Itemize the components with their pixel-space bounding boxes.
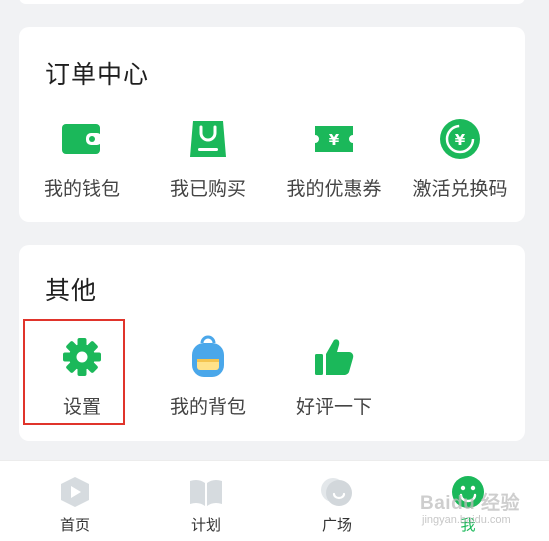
rate-us-label: 好评一下 bbox=[295, 396, 372, 418]
other-card: 其他 设置 我的背包 好评一下 bbox=[19, 245, 525, 441]
chat-bubble-icon bbox=[318, 475, 356, 509]
tab-square-label: 广场 bbox=[321, 516, 352, 534]
gear-icon bbox=[60, 335, 104, 379]
redeem-code-button[interactable]: ¥ 激活兑换码 bbox=[397, 117, 523, 207]
svg-text:¥: ¥ bbox=[329, 131, 340, 149]
tab-home-label: 首页 bbox=[59, 516, 90, 534]
home-play-icon bbox=[56, 475, 94, 509]
tab-home[interactable]: 首页 bbox=[25, 461, 125, 541]
my-wallet-button[interactable]: 我的钱包 bbox=[19, 117, 145, 207]
purchased-button[interactable]: 我已购买 bbox=[145, 117, 271, 207]
redeem-code-label: 激活兑换码 bbox=[412, 178, 508, 200]
purchased-label: 我已购买 bbox=[169, 178, 246, 200]
backpack-icon bbox=[186, 335, 230, 379]
baidu-watermark-url: jingyan.baidu.com bbox=[422, 514, 511, 526]
my-coupons-button[interactable]: ¥ 我的优惠券 bbox=[271, 117, 397, 207]
tab-plan-label: 计划 bbox=[190, 516, 221, 534]
tab-square[interactable]: 广场 bbox=[287, 461, 387, 541]
tab-plan[interactable]: 计划 bbox=[156, 461, 256, 541]
other-title: 其他 bbox=[45, 276, 98, 305]
svg-text:¥: ¥ bbox=[455, 131, 466, 149]
wallet-icon bbox=[60, 117, 104, 161]
baidu-watermark: Baidu 经验 bbox=[420, 493, 521, 514]
my-backpack-button[interactable]: 我的背包 bbox=[145, 335, 271, 425]
previous-card bbox=[19, 0, 525, 4]
order-center-card: 订单中心 我的钱包 我已购买 ¥ 我的优惠券 ¥ 激活兑换码 bbox=[19, 27, 525, 222]
settings-label: 设置 bbox=[62, 396, 101, 418]
my-backpack-label: 我的背包 bbox=[169, 396, 246, 418]
thumbs-up-icon bbox=[312, 335, 356, 379]
order-center-title: 订单中心 bbox=[45, 60, 150, 89]
coupon-icon: ¥ bbox=[312, 117, 356, 161]
book-icon bbox=[187, 475, 225, 509]
rate-us-button[interactable]: 好评一下 bbox=[271, 335, 397, 425]
shopping-bag-icon bbox=[186, 117, 230, 161]
redeem-code-icon: ¥ bbox=[438, 117, 482, 161]
my-wallet-label: 我的钱包 bbox=[43, 178, 120, 200]
my-coupons-label: 我的优惠券 bbox=[286, 178, 382, 200]
settings-button[interactable]: 设置 bbox=[19, 335, 145, 425]
